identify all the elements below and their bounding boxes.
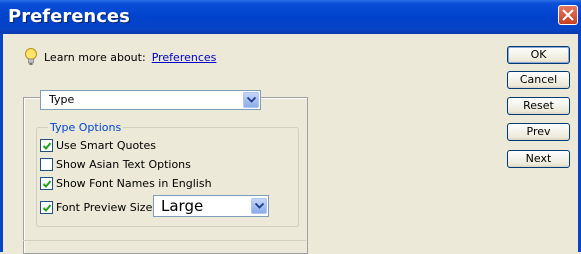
learn-more-label: Learn more about: <box>44 50 146 64</box>
font-names-english-checkbox[interactable] <box>40 176 53 190</box>
font-preview-size-value: Large <box>161 197 204 215</box>
use-smart-quotes-label: Use Smart Quotes <box>56 138 156 152</box>
next-button[interactable]: Next <box>507 150 570 168</box>
chevron-down-icon <box>247 97 256 103</box>
section-dropdown-button[interactable] <box>243 92 259 108</box>
close-icon <box>562 9 574 21</box>
reset-button[interactable]: Reset <box>507 97 570 115</box>
ok-button[interactable]: OK <box>507 46 570 64</box>
font-preview-size-select[interactable]: Large <box>153 195 269 217</box>
font-preview-size-label: Font Preview Size: <box>56 200 157 214</box>
use-smart-quotes-option[interactable]: Use Smart Quotes <box>40 138 156 152</box>
show-asian-text-label: Show Asian Text Options <box>56 157 191 171</box>
lightbulb-icon <box>25 48 37 65</box>
show-asian-text-checkbox[interactable] <box>40 157 53 171</box>
prev-button[interactable]: Prev <box>507 123 570 141</box>
font-names-english-label: Show Font Names in English <box>56 176 212 190</box>
chevron-down-icon <box>255 203 264 209</box>
show-asian-text-option[interactable]: Show Asian Text Options <box>40 157 191 171</box>
panel-divider <box>23 240 306 241</box>
learn-more-row: Learn more about: Preferences <box>24 48 216 66</box>
preferences-help-link[interactable]: Preferences <box>152 51 217 64</box>
checkmark-icon <box>42 141 52 150</box>
title-bar: Preferences <box>0 0 581 34</box>
close-button[interactable] <box>558 5 578 25</box>
checkmark-icon <box>42 179 52 188</box>
font-names-english-option[interactable]: Show Font Names in English <box>40 176 212 190</box>
font-preview-size-dropdown-button[interactable] <box>251 198 267 214</box>
font-preview-size-option[interactable]: Font Preview Size: <box>40 200 156 214</box>
use-smart-quotes-checkbox[interactable] <box>40 138 53 152</box>
section-dropdown-value: Type <box>49 93 75 106</box>
font-preview-size-checkbox[interactable] <box>40 200 53 214</box>
section-dropdown[interactable]: Type <box>40 90 261 110</box>
window-title: Preferences <box>8 6 130 27</box>
checkmark-icon <box>42 203 52 212</box>
cancel-button[interactable]: Cancel <box>507 71 570 89</box>
type-options-label: Type Options <box>48 121 124 134</box>
